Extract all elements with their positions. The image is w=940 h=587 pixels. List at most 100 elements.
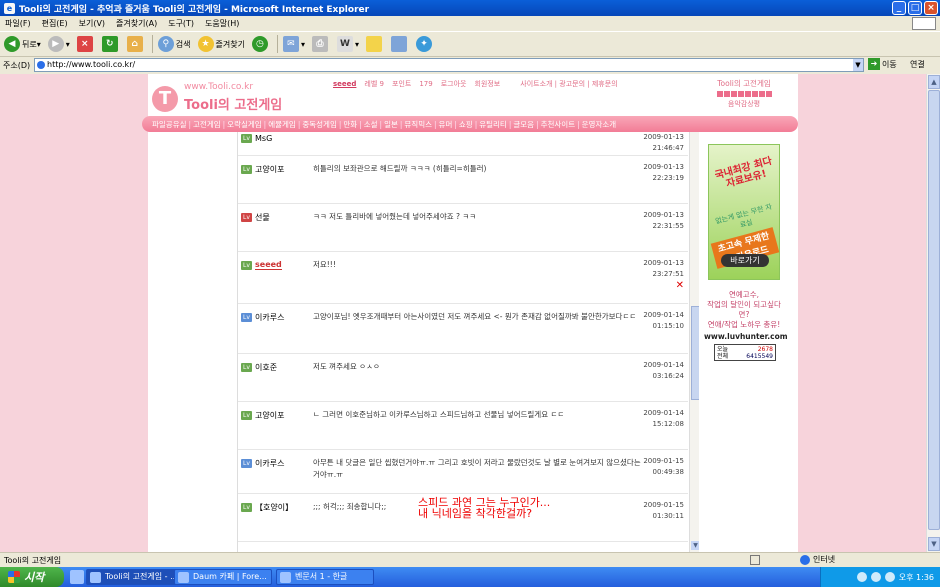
search-button[interactable]: ⚲ 검색 [157, 36, 191, 52]
refresh-button[interactable]: ↻ [101, 36, 120, 52]
level-icon: Lv [241, 411, 252, 420]
nav-item[interactable]: 에뮬게임 [268, 119, 296, 130]
nav-item[interactable]: 일본 [384, 119, 398, 130]
menu-view[interactable]: 보기(V) [79, 18, 105, 29]
start-button[interactable]: 시작 [0, 567, 64, 587]
menu-tools[interactable]: 도구(T) [168, 18, 194, 29]
nav-item[interactable]: 쇼핑 [459, 119, 473, 130]
back-arrow-icon: ◀ [4, 36, 20, 52]
address-input[interactable]: http://www.tooli.co.kr/ [34, 58, 864, 72]
ad-text[interactable]: 연예고수, 작업의 달인이 되고싶다면? 연애/작업 노하우 총유! www.l… [704, 290, 788, 342]
address-dropdown[interactable]: ▼ [853, 59, 863, 71]
research-button[interactable] [390, 36, 409, 52]
site-links[interactable]: 사이트소개 | 광고문의 | 제휴문의 [520, 79, 617, 89]
nav-item[interactable]: 뮤직믹스 [404, 119, 432, 130]
discuss-button[interactable] [365, 36, 384, 52]
back-button[interactable]: ◀ 뒤로 ▾ [4, 36, 41, 52]
overlay-annotation: 스피드 과연 그는 누구인가... 내 닉네임을 착각한걸까? [418, 496, 551, 520]
menu-bar: 파일(F) 편집(E) 보기(V) 즐겨찾기(A) 도구(T) 도움말(H) [0, 16, 940, 31]
comment-row: Lv 고양이포 히틀리의 보좌관으로 해드릴까 ㅋㅋㅋ (히틀리=히틀러) 200… [238, 156, 688, 204]
main-nav: 파일공유실 | 고전게임 | 오락실게임 | 에뮬게임 | 중독성게임 | 만화 | 소설 |… [142, 116, 798, 132]
page-scroll-up[interactable]: ▲ [928, 75, 940, 89]
star-icon: ★ [197, 36, 214, 52]
stop-button[interactable]: × [76, 36, 95, 52]
quick-launch-icon[interactable] [70, 570, 84, 584]
ie-icon: e [4, 2, 15, 14]
print-button[interactable]: ⎙ [311, 36, 330, 52]
clock: 오후 1:36 [898, 572, 934, 582]
close-button[interactable]: × [924, 1, 938, 15]
nav-item[interactable]: 운영자소개 [582, 119, 617, 130]
links-button[interactable]: 연결 [910, 59, 925, 70]
go-arrow-icon: ➜ [868, 58, 880, 70]
menu-help[interactable]: 도움말(H) [205, 18, 239, 29]
folder-icon [365, 36, 382, 52]
minimize-button[interactable]: _ [892, 1, 906, 15]
member-info-link[interactable]: 회원정보 [474, 79, 500, 89]
user-level: 9 [379, 80, 385, 88]
level-icon: Lv [241, 134, 252, 143]
mail-button[interactable]: ✉ ▾ [282, 36, 305, 52]
tray-icon[interactable] [856, 572, 867, 582]
comment-row: Lv 고양이포 ㄴ 그러면 이호준님하고 이카루스님하고 스피드님하고 선물님 넣… [238, 402, 688, 450]
right-header: Tooli의 고전게임 음악감상평 [716, 79, 772, 108]
globe-icon [800, 554, 810, 565]
go-button[interactable]: ➜ 이동 [868, 58, 897, 70]
nav-item[interactable]: 유머 [439, 119, 453, 130]
mail-icon: ✉ [282, 36, 299, 52]
user-points: 179 [419, 80, 433, 88]
nav-item[interactable]: 고전게임 [193, 119, 221, 130]
page-scrollbar[interactable]: ▲ ▼ [926, 74, 940, 552]
nav-item[interactable]: 글모음 [513, 119, 534, 130]
nav-item[interactable]: 만화 [343, 119, 357, 130]
messenger-icon: ✦ [415, 36, 432, 52]
page-scroll-thumb[interactable] [928, 90, 940, 530]
level-icon: Lv [241, 260, 252, 270]
window-titlebar[interactable]: e Tooli의 고전게임 - 추억과 즐거움 Tooli의 고전게임 - Mi… [0, 0, 940, 16]
nav-item[interactable]: 오락실게임 [227, 119, 262, 130]
windows-flag-icon [8, 571, 20, 583]
delete-comment-icon[interactable]: ✕ [676, 280, 684, 291]
messenger-button[interactable]: ✦ [415, 36, 434, 52]
menu-file[interactable]: 파일(F) [5, 18, 31, 29]
ad-banner[interactable]: 국내최강 최다 자료보유! 없는게 없는 무한 자료실 초고속 무제한 쾌 다운… [708, 144, 780, 280]
logo-t-icon: T [152, 86, 178, 112]
favorites-button[interactable]: ★ 즐겨찾기 [197, 36, 245, 52]
quick-launch [70, 570, 84, 584]
home-icon: ⌂ [126, 36, 143, 52]
comment-row: Lv 선물 ㅋㅋ 저도 틀리바에 넣어줬는데 넣어주세야죠 ? ㅋㅋ 2009-0… [238, 204, 688, 252]
taskbar-item-daum[interactable]: Daum 카페 | Fore... [174, 569, 272, 585]
stop-icon: × [76, 36, 93, 52]
level-icon: Lv [241, 165, 252, 174]
print-icon: ⎙ [311, 36, 328, 52]
board-scrollbar[interactable]: ▼ [689, 132, 699, 552]
site-logo[interactable]: T www.Tooli.co.kr Tooli의 고전게임 [152, 80, 292, 116]
nav-item[interactable]: 중독성게임 [302, 119, 337, 130]
maximize-button[interactable]: □ [908, 1, 922, 15]
menu-edit[interactable]: 편집(E) [42, 18, 68, 29]
taskbar-item-hangul[interactable]: 벤문서 1 - 한글 [276, 569, 374, 585]
user-nick[interactable]: seeed [333, 80, 356, 88]
board-scroll-down[interactable]: ▼ [691, 541, 699, 550]
logout-link[interactable]: 로그아웃 [441, 79, 467, 89]
taskbar-item-ie[interactable]: Tooli의 고전게임 - ... [86, 569, 184, 585]
forward-arrow-icon: ▶ [47, 36, 64, 52]
home-button[interactable]: ⌂ [126, 36, 145, 52]
tray-icon[interactable] [884, 572, 895, 582]
nav-item[interactable]: 파일공유실 [152, 119, 187, 130]
research-icon [390, 36, 407, 52]
ad-go-button[interactable]: 바로가기 [721, 254, 769, 267]
edit-button[interactable]: W ▾ [336, 36, 359, 52]
tray-icon[interactable] [870, 572, 881, 582]
nav-item[interactable]: 추천사이트 [541, 119, 576, 130]
forward-button[interactable]: ▶ ▾ [47, 36, 70, 52]
history-icon: ◷ [251, 36, 268, 52]
address-label: 주소(D) [3, 61, 31, 70]
window-title: Tooli의 고전게임 - 추억과 즐거움 Tooli의 고전게임 - Micr… [19, 4, 370, 15]
board-scroll-thumb[interactable] [691, 306, 699, 400]
menu-favorites[interactable]: 즐겨찾기(A) [116, 18, 157, 29]
history-button[interactable]: ◷ [251, 36, 270, 52]
page-scroll-down[interactable]: ▼ [928, 537, 940, 551]
nav-item[interactable]: 소설 [364, 119, 378, 130]
nav-item[interactable]: 유틸리티 [479, 119, 507, 130]
